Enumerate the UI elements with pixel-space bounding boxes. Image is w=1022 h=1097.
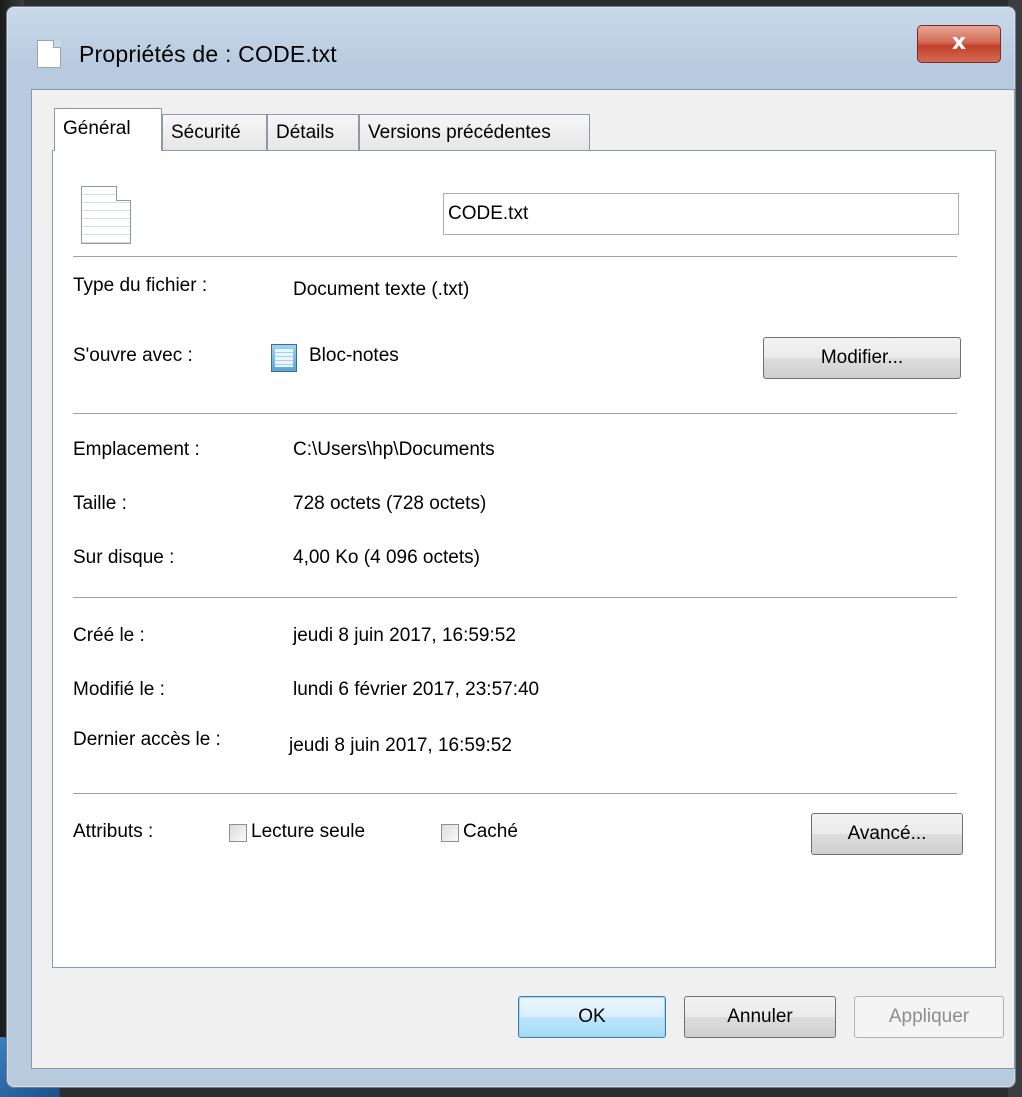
opens-with-label: S'ouvre avec : <box>73 345 193 366</box>
file-type-value: Document texte (.txt) <box>293 279 470 300</box>
last-accessed-label: Dernier accès le : <box>73 729 221 750</box>
location-label: Emplacement : <box>73 439 200 460</box>
tab-previous-versions[interactable]: Versions précédentes <box>359 114 590 150</box>
text-file-icon <box>81 186 131 244</box>
advanced-button[interactable]: Avancé... <box>811 813 963 855</box>
separator <box>73 793 957 794</box>
attributes-label: Attributs : <box>73 821 154 842</box>
separator <box>73 413 957 414</box>
window-title: Propriétés de : CODE.txt <box>79 41 337 67</box>
size-label: Taille : <box>73 493 127 514</box>
general-tab-panel: Type du fichier : Document texte (.txt) … <box>52 150 996 968</box>
apply-button[interactable]: Appliquer <box>854 996 1004 1038</box>
document-icon <box>37 40 61 68</box>
readonly-checkbox[interactable] <box>229 824 247 842</box>
last-accessed-value: jeudi 8 juin 2017, 16:59:52 <box>289 735 512 756</box>
separator <box>73 256 957 257</box>
properties-dialog: Propriétés de : CODE.txt x Général Sécur… <box>6 6 1016 1088</box>
notepad-icon <box>271 344 297 372</box>
created-label: Créé le : <box>73 625 145 646</box>
file-name-input[interactable] <box>443 193 959 235</box>
on-disk-label: Sur disque : <box>73 547 175 568</box>
size-value: 728 octets (728 octets) <box>293 493 487 514</box>
readonly-label[interactable]: Lecture seule <box>251 821 365 843</box>
location-value: C:\Users\hp\Documents <box>293 439 495 460</box>
opens-with-value: Bloc-notes <box>309 345 399 366</box>
tab-details[interactable]: Détails <box>267 114 359 150</box>
close-button[interactable]: x <box>917 25 1001 63</box>
separator <box>73 597 957 598</box>
hidden-label[interactable]: Caché <box>463 821 518 843</box>
hidden-checkbox[interactable] <box>441 824 459 842</box>
tab-general[interactable]: Général <box>54 108 162 151</box>
created-value: jeudi 8 juin 2017, 16:59:52 <box>293 625 516 646</box>
dialog-client-area: Général Sécurité Détails Versions précéd… <box>31 89 1015 1069</box>
modified-label: Modifié le : <box>73 679 165 700</box>
tab-security[interactable]: Sécurité <box>162 114 267 150</box>
cancel-button[interactable]: Annuler <box>684 996 836 1038</box>
ok-button[interactable]: OK <box>518 996 666 1038</box>
change-button[interactable]: Modifier... <box>763 337 961 379</box>
on-disk-value: 4,00 Ko (4 096 octets) <box>293 547 480 568</box>
file-type-label: Type du fichier : <box>73 275 208 296</box>
modified-value: lundi 6 février 2017, 23:57:40 <box>293 679 540 700</box>
